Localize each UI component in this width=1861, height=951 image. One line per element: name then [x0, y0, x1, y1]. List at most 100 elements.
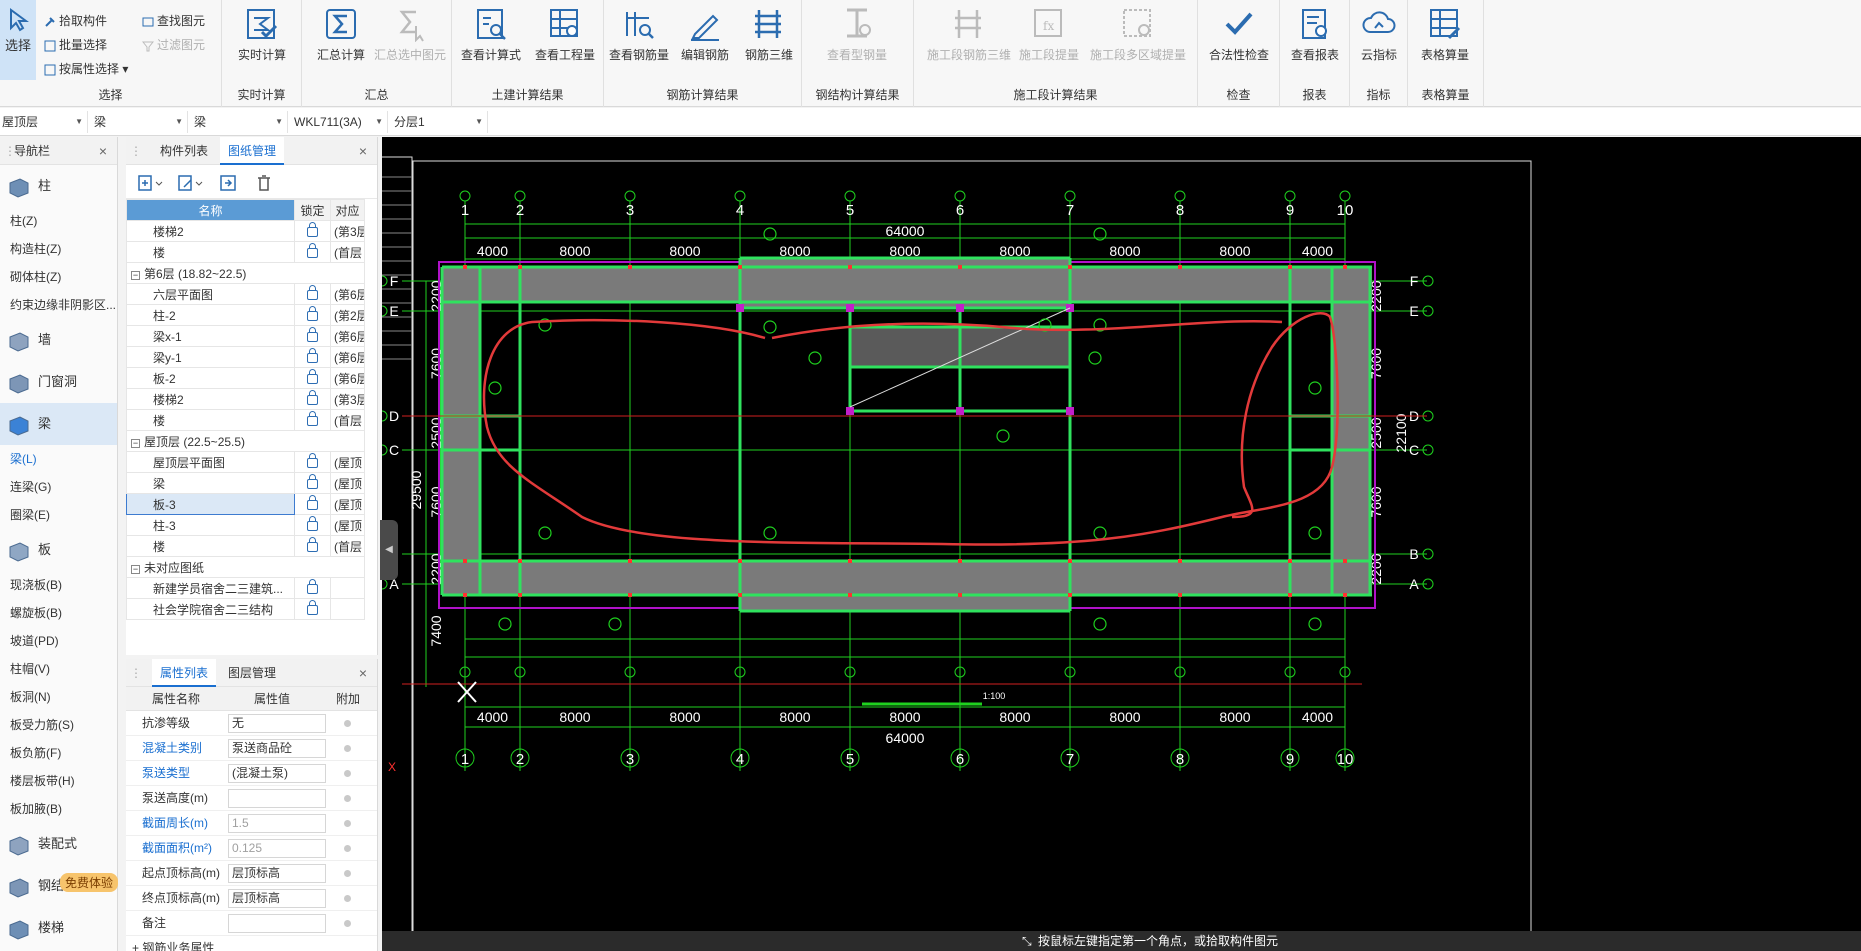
lock-icon[interactable]: [294, 514, 331, 536]
nav-item[interactable]: 圈梁(E): [0, 501, 117, 529]
property-value-input[interactable]: 1.5: [228, 814, 326, 833]
table-row[interactable]: 板-3 (屋顶: [126, 493, 365, 515]
find-element-button[interactable]: 查找图元: [142, 10, 205, 32]
attach-checkbox[interactable]: [344, 795, 351, 802]
lock-icon[interactable]: [294, 472, 331, 494]
close-icon[interactable]: ×: [359, 137, 367, 165]
free-trial-badge[interactable]: 免费体验: [60, 873, 119, 892]
nav-item[interactable]: 柱(Z): [0, 207, 117, 235]
lock-icon[interactable]: [294, 577, 331, 599]
lock-icon[interactable]: [294, 241, 331, 263]
lock-icon[interactable]: [294, 283, 331, 305]
stage-qty-button[interactable]: fx 施工段提量: [1014, 6, 1084, 63]
summary-calc-button[interactable]: 汇总计算: [306, 6, 376, 63]
nav-item[interactable]: 板加腋(B): [0, 795, 117, 823]
legality-check-button[interactable]: 合法性检查: [1204, 6, 1274, 63]
nav-item[interactable]: 板负筋(F): [0, 739, 117, 767]
property-value-input[interactable]: 泵送商品砼: [228, 739, 326, 758]
layer-dropdown[interactable]: 分层1 ▼: [392, 111, 488, 133]
group-row[interactable]: − 第6层 (18.82~22.5): [126, 262, 365, 284]
collapse-panel-handle[interactable]: ◀: [380, 520, 398, 580]
nav-category-1[interactable]: 墙: [0, 319, 117, 361]
edit-rebar-button[interactable]: 编辑钢筋: [670, 6, 740, 63]
attr-select-button[interactable]: 按属性选择 ▾: [44, 58, 128, 80]
filter-element-button[interactable]: 过滤图元: [141, 34, 205, 56]
lock-icon[interactable]: [294, 325, 331, 347]
nav-category-3[interactable]: 梁: [0, 403, 117, 445]
lock-icon[interactable]: [294, 598, 331, 620]
lock-icon[interactable]: [294, 220, 331, 242]
lock-icon[interactable]: [294, 388, 331, 410]
component-dropdown[interactable]: WKL711(3A) ▼: [292, 111, 388, 133]
nav-item[interactable]: 坡道(PD): [0, 627, 117, 655]
nav-item[interactable]: 螺旋板(B): [0, 599, 117, 627]
nav-item[interactable]: 现浇板(B): [0, 571, 117, 599]
property-value-input[interactable]: [228, 789, 326, 808]
group-row[interactable]: − 屋顶层 (22.5~25.5): [126, 430, 365, 452]
table-row[interactable]: 梁y-1 (第6层: [126, 346, 365, 368]
select-button[interactable]: 选择: [0, 0, 36, 80]
drag-handle-icon[interactable]: ⋮: [130, 659, 142, 687]
batch-select-button[interactable]: 批量选择: [44, 34, 107, 56]
replace-drawing-icon[interactable]: [216, 173, 244, 193]
view-formula-button[interactable]: 查看计算式: [456, 6, 526, 63]
table-row[interactable]: 柱-3 (屋顶: [126, 514, 365, 536]
table-row[interactable]: 板-2 (第6层: [126, 367, 365, 389]
stage-rebar-3d-button[interactable]: 施工段钢筋三维: [924, 6, 1014, 63]
attach-checkbox[interactable]: [344, 845, 351, 852]
rebar-3d-button[interactable]: 钢筋三维: [734, 6, 804, 63]
table-row[interactable]: 楼 (首层: [126, 241, 365, 263]
nav-category-5[interactable]: 装配式: [0, 823, 117, 865]
table-row[interactable]: 楼梯2 (第3层: [126, 220, 365, 242]
pick-component-button[interactable]: 拾取构件: [44, 10, 107, 32]
close-icon[interactable]: ×: [359, 659, 367, 687]
nav-category-2[interactable]: 门窗洞: [0, 361, 117, 403]
nav-item[interactable]: 板受力筋(S): [0, 711, 117, 739]
table-calc-button[interactable]: 表格算量: [1410, 6, 1480, 63]
table-row[interactable]: 楼 (首层: [126, 535, 365, 557]
table-row[interactable]: 柱-2 (第2层: [126, 304, 365, 326]
attach-checkbox[interactable]: [344, 770, 351, 777]
floor-dropdown[interactable]: 屋顶层 ▼: [0, 111, 88, 133]
lock-icon[interactable]: [294, 493, 331, 515]
nav-item[interactable]: 楼层板带(H): [0, 767, 117, 795]
property-value-input[interactable]: 层顶标高: [228, 889, 326, 908]
table-row[interactable]: 楼梯2 (第3层: [126, 388, 365, 410]
attach-checkbox[interactable]: [344, 745, 351, 752]
edit-drawing-icon[interactable]: [176, 173, 204, 193]
view-quantity-button[interactable]: 查看工程量: [530, 6, 600, 63]
nav-item[interactable]: 连梁(G): [0, 473, 117, 501]
table-row[interactable]: 梁 (屋顶: [126, 472, 365, 494]
tab-component-list[interactable]: 构件列表: [152, 137, 216, 165]
attach-checkbox[interactable]: [344, 895, 351, 902]
property-value-input[interactable]: 层顶标高: [228, 864, 326, 883]
drawing-svg[interactable]: 1122334455667788991010FFEEDDCCBBAA640004…: [382, 137, 1861, 951]
property-value-input[interactable]: (混凝土泵): [228, 764, 326, 783]
tab-drawing-manager[interactable]: 图纸管理: [220, 137, 285, 165]
close-icon[interactable]: ×: [99, 137, 107, 165]
lock-icon[interactable]: [294, 346, 331, 368]
cad-canvas[interactable]: 1122334455667788991010FFEEDDCCBBAA640004…: [382, 137, 1861, 951]
attach-checkbox[interactable]: [344, 820, 351, 827]
view-steel-qty-button[interactable]: 查看型钢量: [822, 6, 892, 63]
property-value-input[interactable]: 无: [228, 714, 326, 733]
drag-handle-icon[interactable]: ⋮: [130, 137, 142, 165]
lock-icon[interactable]: [294, 535, 331, 557]
nav-item[interactable]: 柱帽(V): [0, 655, 117, 683]
summary-selected-button[interactable]: 汇总选中图元: [368, 6, 452, 63]
group-row[interactable]: − 未对应图纸: [126, 556, 365, 578]
nav-item[interactable]: 约束边缘非阴影区...: [0, 291, 117, 319]
lock-icon[interactable]: [294, 304, 331, 326]
lock-icon[interactable]: [294, 367, 331, 389]
lock-icon[interactable]: [294, 451, 331, 473]
nav-item[interactable]: 梁(L): [0, 445, 117, 473]
add-drawing-icon[interactable]: [136, 173, 164, 193]
table-row[interactable]: 梁x-1 (第6层: [126, 325, 365, 347]
view-rebar-qty-button[interactable]: 查看钢筋量: [604, 6, 674, 63]
attach-checkbox[interactable]: [344, 920, 351, 927]
table-row[interactable]: 六层平面图 (第6层: [126, 283, 365, 305]
cloud-index-button[interactable]: 云指标: [1344, 6, 1414, 63]
attach-checkbox[interactable]: [344, 870, 351, 877]
property-value-input[interactable]: 0.125: [228, 839, 326, 858]
nav-category-0[interactable]: 柱: [0, 165, 117, 207]
